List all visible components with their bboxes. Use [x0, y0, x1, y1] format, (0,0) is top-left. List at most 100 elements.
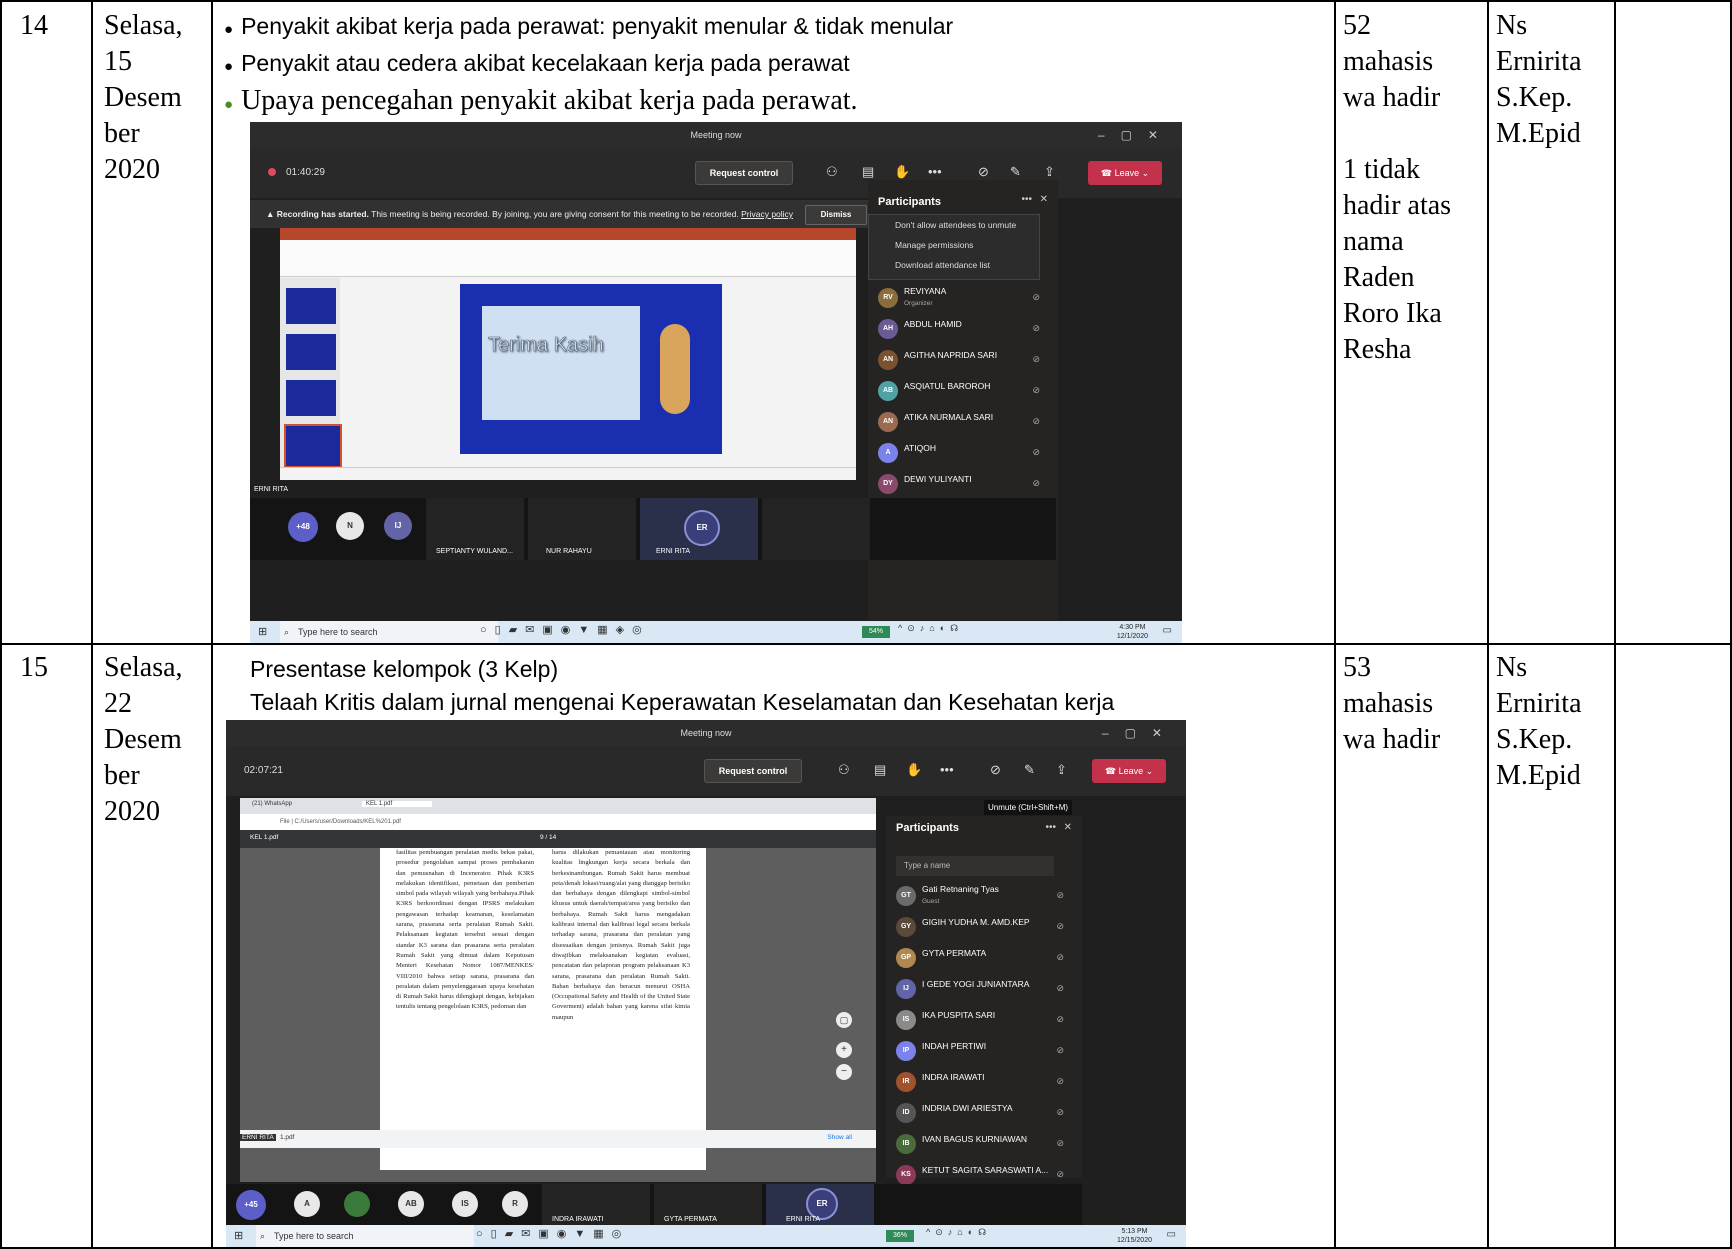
participant-name: GIGIH YUDHA M. AMD.KEP	[922, 917, 1030, 927]
close-icon[interactable]: ✕	[1064, 822, 1072, 833]
leave-button[interactable]: ☎ Leave ⌄	[1092, 759, 1166, 783]
overflow-count[interactable]: +45	[236, 1190, 266, 1220]
tray-icon[interactable]: ^⊙♪⌂◐☊	[898, 623, 963, 634]
close-icon[interactable]: ✕	[1040, 194, 1048, 205]
tile-name: GYTA PERMATA	[664, 1216, 717, 1223]
leave-button[interactable]: ☎ Leave ⌄	[1088, 161, 1162, 185]
zoom-fit-icon[interactable]: ▢	[836, 1012, 852, 1028]
participant-name: AGITHA NAPRIDA SARI	[904, 350, 998, 360]
bullet-icon: ●	[224, 97, 234, 113]
participant-row[interactable]: IS IKA PUSPITA SARI ⊘	[886, 1006, 1082, 1036]
share-icon[interactable]: ⇪	[1056, 762, 1067, 778]
mic-off-icon[interactable]: ✎	[1010, 164, 1021, 180]
more-options-icon[interactable]: •••	[1021, 194, 1032, 205]
participant-row[interactable]: IR INDRA IRAWATI ⊘	[886, 1068, 1082, 1098]
mic-off-icon[interactable]: ✎	[1024, 762, 1035, 778]
participant-row[interactable]: GT Gati Retnaning Tyas Guest ⊘	[886, 882, 1082, 912]
participant-row[interactable]: IB IVAN BAGUS KURNIAWAN ⊘	[886, 1130, 1082, 1160]
participant-row[interactable]: IP INDAH PERTIWI ⊘	[886, 1037, 1082, 1067]
table-border	[0, 0, 1732, 2]
notification-icon[interactable]: ▭	[1163, 625, 1172, 636]
topic-item: ● Penyakit atau cedera akibat kecelakaan …	[224, 50, 850, 76]
windows-start-icon[interactable]: ⊞	[234, 1229, 243, 1242]
participant-row[interactable]: ID INDRIA DWI ARIESTYA ⊘	[886, 1099, 1082, 1129]
participant-row[interactable]: A ATIQOH ⊘	[868, 439, 1058, 469]
browser-tab[interactable]: (21) WhatsApp	[252, 801, 292, 807]
more-options-icon[interactable]: •••	[1045, 822, 1056, 833]
participant-name: REVIYANA	[904, 286, 947, 296]
download-item[interactable]: 1.pdf	[280, 1134, 294, 1141]
current-slide: Terima Kasih	[460, 284, 722, 454]
more-icon[interactable]: •••	[928, 164, 942, 179]
participant-avatar: GT	[896, 886, 916, 906]
shared-screen: Terima Kasih	[280, 228, 856, 480]
dismiss-button[interactable]: Dismiss	[805, 205, 867, 225]
people-icon[interactable]: ⚇	[838, 762, 850, 778]
browser-tab[interactable]: KEL 1.pdf	[362, 801, 433, 807]
menu-item[interactable]: Manage permissions	[869, 235, 1039, 255]
zoom-out-icon[interactable]: −	[836, 1064, 852, 1080]
participant-avatar: IR	[896, 1072, 916, 1092]
ppt-ribbon	[280, 240, 856, 277]
people-icon[interactable]: ⚇	[826, 164, 838, 180]
participant-row[interactable]: GP GYTA PERMATA ⊘	[886, 944, 1082, 974]
participant-row[interactable]: IJ I GEDE YOGI JUNIANTARA ⊘	[886, 975, 1082, 1005]
chat-icon[interactable]: ▤	[862, 164, 874, 180]
participant-row[interactable]: GY GIGIH YUDHA M. AMD.KEP ⊘	[886, 913, 1082, 943]
raise-hand-icon[interactable]: ✋	[906, 762, 922, 778]
share-icon[interactable]: ⇪	[1044, 164, 1055, 180]
window-titlebar: Meeting now –▢✕	[250, 122, 1182, 148]
privacy-link[interactable]: Privacy policy	[741, 209, 793, 219]
participant-avatar: AB	[878, 381, 898, 401]
address-bar[interactable]: File | C:/Users/user/Downloads/KEL%201.p…	[240, 814, 876, 830]
participant-row[interactable]: RV REVIYANA Organizer ⊘	[868, 284, 1058, 314]
show-all-button[interactable]: Show all	[827, 1134, 852, 1141]
raise-hand-icon[interactable]: ✋	[894, 164, 910, 180]
recording-banner: ▲ Recording has started. This meeting is…	[250, 200, 876, 228]
search-icon: ⌕	[260, 1231, 266, 1241]
participant-name: INDAH PERTIWI	[922, 1041, 987, 1051]
topic-item: Telaah Kritis dalam jurnal mengenai Kepe…	[250, 689, 1115, 715]
mic-muted-icon: ⊘	[1056, 983, 1064, 993]
taskbar-apps-icon[interactable]: ○▯▰✉▣◉▼▦◎	[476, 1227, 629, 1240]
tray-icon[interactable]: ^⊙♪⌂◐☊	[926, 1227, 991, 1238]
column-divider	[1334, 0, 1336, 1249]
taskbar-apps-icon[interactable]: ○▯▰✉▣◉▼▦◈◎	[480, 623, 650, 636]
windows-start-icon[interactable]: ⊞	[258, 625, 267, 638]
participant-row[interactable]: AB ASQIATUL BAROROH ⊘	[868, 377, 1058, 407]
tile-name: ERNI RITA	[786, 1216, 821, 1223]
menu-item[interactable]: Download attendance list	[869, 255, 1039, 275]
participant-avatar: N	[336, 512, 364, 540]
taskbar-search[interactable]: ⌕ Type here to search	[280, 621, 498, 643]
mic-muted-icon: ⊘	[1032, 478, 1040, 488]
participants-title: Participants	[896, 822, 959, 834]
participant-search[interactable]: Type a name	[896, 856, 1054, 876]
request-control-button[interactable]: Request control	[695, 161, 793, 185]
participant-row[interactable]: AH ABDUL HAMID ⊘	[868, 315, 1058, 345]
overflow-count[interactable]: +48	[288, 512, 318, 542]
video-strip: +48 N IJ ER SEPTIANTY WULAND... NUR RAHA…	[250, 498, 1056, 560]
taskbar-search[interactable]: ⌕ Type here to search	[256, 1225, 474, 1247]
participant-avatar: AB	[398, 1191, 424, 1217]
chat-icon[interactable]: ▤	[874, 762, 886, 778]
browser-tabbar: (21) WhatsApp KEL 1.pdf	[240, 798, 876, 814]
mic-muted-icon: ⊘	[1032, 416, 1040, 426]
participant-row[interactable]: AN ATIKA NURMALA SARI ⊘	[868, 408, 1058, 438]
zoom-in-icon[interactable]: +	[836, 1042, 852, 1058]
lecturer: Ns Ernirita S.Kep. M.Epid	[1496, 10, 1582, 149]
more-icon[interactable]: •••	[940, 762, 954, 777]
participant-role: Guest	[922, 898, 940, 905]
notification-icon[interactable]: ▭	[1167, 1229, 1176, 1240]
battery-indicator: 54%	[862, 626, 890, 638]
participant-avatar: R	[502, 1191, 528, 1217]
participant-row[interactable]: AN AGITHA NAPRIDA SARI ⊘	[868, 346, 1058, 376]
request-control-button[interactable]: Request control	[704, 759, 802, 783]
menu-item[interactable]: Don't allow attendees to unmute	[869, 215, 1039, 235]
pdf-toolbar: KEL 1.pdf 9 / 14	[240, 830, 876, 848]
presenter-label: ERNI RITA	[254, 486, 289, 493]
participant-row[interactable]: DY DEWI YULIYANTI ⊘	[868, 470, 1058, 500]
camera-off-icon[interactable]: ⊘	[990, 762, 1001, 778]
ppt-titlebar	[280, 228, 856, 240]
camera-off-icon[interactable]: ⊘	[978, 164, 989, 180]
slide-text-box	[482, 306, 640, 420]
